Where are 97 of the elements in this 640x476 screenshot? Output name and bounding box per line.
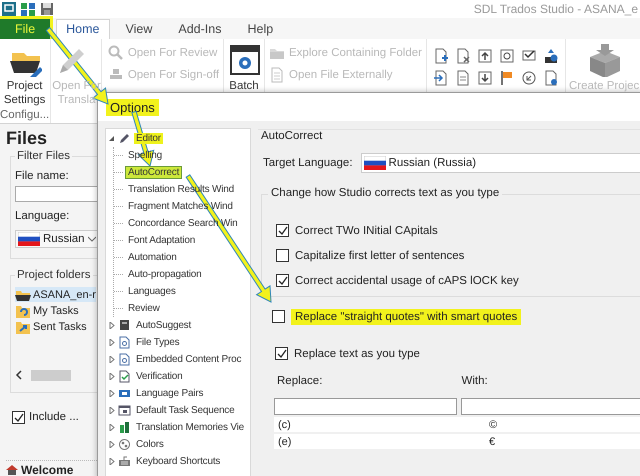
expand-arrow-icon[interactable] [108, 322, 115, 329]
group-title: Filter Files [15, 150, 72, 162]
tree-item[interactable]: Auto-propagation [126, 269, 204, 280]
expand-arrow-icon[interactable] [108, 373, 115, 380]
table-cell-text: € [488, 436, 496, 448]
ribbon-button[interactable]: Batch [226, 42, 262, 94]
settings-page-icon [118, 455, 131, 468]
group-title: Project folders [15, 269, 93, 281]
save-icon [40, 2, 54, 16]
settings-page-icon [118, 353, 131, 366]
add-document-icon [432, 48, 449, 64]
language-dropdown[interactable]: Russian (Russia) [360, 153, 640, 173]
search-icon [108, 45, 124, 61]
ribbon-tab[interactable]: Help [237, 19, 284, 39]
gear-icon [227, 43, 262, 77]
field-label: File name: [15, 170, 70, 182]
tree-item[interactable]: Editor [134, 133, 163, 144]
table-cell-text: (c) [277, 418, 292, 430]
column-header: With: [460, 375, 489, 389]
flag-icon [364, 156, 386, 170]
checkbox-label: Correct accidental usage of cAPS lOCK key [295, 274, 519, 286]
window-title: SDL Trados Studio - ASANA_e [474, 2, 639, 16]
caret-icon [88, 236, 96, 242]
folder-item[interactable]: ASANA_en-r [15, 287, 96, 302]
column-header: Replace: [276, 375, 324, 389]
group-caption: Configu... [0, 108, 50, 122]
box-icon [587, 43, 622, 77]
settings-page-icon [118, 387, 131, 400]
input-field[interactable] [274, 398, 457, 415]
settings-page-icon [118, 336, 131, 349]
field-label: Language: [15, 210, 70, 222]
settings-page-icon [118, 421, 131, 434]
expand-arrow-icon[interactable] [108, 458, 115, 465]
field-label: Target Language: [263, 157, 353, 169]
tree-item[interactable]: Verification [134, 371, 185, 382]
checkbox[interactable] [12, 411, 25, 424]
grid-icon [20, 2, 36, 16]
expand-arrow-icon[interactable] [108, 356, 115, 363]
tree-item[interactable]: Translation Memories Vie [134, 422, 246, 433]
tree-item[interactable]: AutoSuggest [134, 320, 194, 331]
dialog-title: Options [106, 98, 159, 116]
ribbon-tab[interactable]: View [116, 19, 162, 39]
tree-item[interactable]: Language Pairs [134, 388, 206, 399]
checkbox-label: Correct TWo INitial CApitals [295, 224, 438, 236]
checkbox[interactable] [275, 347, 288, 360]
expand-arrow-icon[interactable] [108, 390, 115, 397]
folder-item[interactable]: Sent Tasks [15, 319, 87, 334]
back-icon [520, 70, 537, 86]
collapse-arrow-icon[interactable] [108, 135, 115, 142]
ribbon-tab[interactable]: Home [56, 19, 110, 39]
language-dropdown[interactable]: Russian [15, 230, 97, 248]
upload-icon [476, 48, 493, 64]
ribbon-tab[interactable]: Add-Ins [168, 19, 232, 39]
tree-item[interactable]: Keyboard Shortcuts [134, 456, 222, 467]
settings-page-icon [118, 404, 131, 417]
section-title: AutoCorrect [258, 129, 640, 144]
tree-item[interactable]: Automation [126, 252, 179, 263]
input-field[interactable] [461, 398, 640, 415]
tree-item[interactable]: Languages [126, 286, 178, 297]
panel-heading: Welcome [21, 462, 74, 476]
tree-item[interactable]: Colors [134, 439, 166, 450]
settings-page-icon [118, 438, 131, 451]
tree-item[interactable]: Default Task Sequence [134, 405, 236, 416]
table-cell-text: (e) [277, 436, 292, 448]
settings-page-icon [118, 319, 131, 332]
panel-heading: Files [6, 128, 48, 150]
ribbon-button[interactable]: Project Settings [0, 42, 50, 108]
scroll-left-icon [15, 370, 23, 380]
expand-arrow-icon[interactable] [108, 407, 115, 414]
tree-item[interactable]: Embedded Content Proc [134, 354, 244, 365]
pencil-icon [118, 132, 131, 145]
flag-icon [18, 232, 40, 246]
checkbox-label: Include ... [29, 411, 79, 423]
expand-arrow-icon[interactable] [108, 339, 115, 346]
checkbox[interactable] [272, 310, 285, 323]
file-tab[interactable]: File [0, 19, 50, 39]
expand-arrow-icon[interactable] [108, 441, 115, 448]
checkbox[interactable] [276, 249, 289, 262]
tree-item[interactable]: File Types [134, 337, 182, 348]
expand-arrow-icon[interactable] [108, 424, 115, 431]
group-title: Change how Studio corrects text as you type [268, 187, 502, 199]
tree-item[interactable]: AutoCorrect [126, 167, 182, 178]
folder-item[interactable]: My Tasks [15, 303, 79, 318]
download-icon [476, 70, 493, 86]
checkbox-label: Capitalize first letter of sentences [295, 250, 464, 262]
remove-document-icon [454, 48, 471, 64]
input-field[interactable] [15, 186, 97, 202]
flag-icon [498, 70, 515, 86]
tree-item[interactable]: Review [126, 303, 162, 314]
checkbox-label: Replace text as you type [294, 348, 420, 360]
table-cell-text: © [488, 418, 498, 430]
tree-item[interactable]: Font Adaptation [126, 235, 198, 246]
settings-page-icon [118, 370, 131, 383]
checkbox[interactable] [276, 224, 289, 237]
checkbox[interactable] [276, 274, 289, 287]
checkbox-label: Replace "straight quotes" with smart quotes [291, 308, 522, 324]
home-icon [6, 464, 18, 474]
